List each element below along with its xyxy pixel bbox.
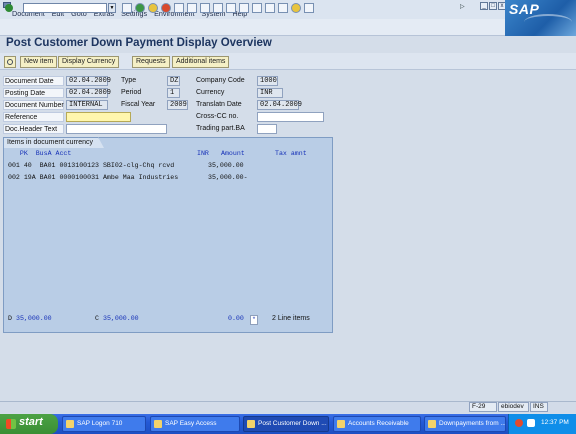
cross-cc-field[interactable] [257, 112, 324, 122]
save-icon[interactable] [122, 3, 132, 13]
back-icon[interactable] [135, 3, 145, 13]
task-sap-easy-access[interactable]: SAP Easy Access [150, 416, 240, 432]
status-transaction: F-29 [469, 402, 497, 412]
folder-icon [337, 420, 345, 428]
window-controls: _ □ x [480, 2, 506, 10]
translation-date-field[interactable]: 02.04.2009 [257, 100, 302, 110]
type-label: Type [121, 77, 137, 84]
period-label: Period [121, 89, 142, 96]
task-label: SAP Easy Access [165, 420, 217, 427]
posting-date-label: Posting Date [3, 88, 64, 98]
items-column-headers: PK BusA Acct [8, 150, 72, 157]
shortcut-icon[interactable] [278, 3, 288, 13]
period-field[interactable]: 1 [167, 88, 180, 98]
command-field[interactable] [23, 3, 107, 13]
status-expand-icon[interactable]: ▷ [460, 3, 465, 10]
currency-field[interactable]: INR [257, 88, 283, 98]
items-column-tax: Tax amnt [275, 150, 307, 157]
trading-part-field[interactable] [257, 124, 277, 134]
trading-part-label: Trading part.BA [196, 125, 245, 132]
magnifier-icon [7, 59, 13, 65]
task-label: Post Customer Down ... [258, 420, 327, 427]
exit-icon[interactable] [148, 3, 158, 13]
reference-field[interactable] [66, 112, 131, 122]
balance-status: * [250, 315, 258, 325]
previous-page-icon[interactable] [226, 3, 236, 13]
table-row[interactable]: 001 40 BA01 0013100123 SBI02-clg-Chq rcv… [8, 162, 174, 170]
new-item-button[interactable]: New item [20, 56, 58, 68]
task-label: SAP Logon 710 [77, 420, 123, 427]
items-column-amount: Amount [221, 150, 245, 157]
requests-button[interactable]: Requests [132, 56, 170, 68]
task-label: Downpayments from ... [439, 420, 506, 427]
sap-logo-text: SAP [509, 1, 540, 17]
start-label: start [19, 416, 43, 428]
tray-icon[interactable] [515, 419, 523, 427]
document-number-field[interactable]: INTERNAL [66, 100, 108, 110]
first-page-icon[interactable] [213, 3, 223, 13]
debit-marker: D [8, 315, 12, 322]
next-page-icon[interactable] [239, 3, 249, 13]
debit-total: 35,000.00 [16, 315, 52, 322]
sap-app-icon [154, 420, 162, 428]
document-date-label: Document Date [3, 76, 64, 86]
task-sap-logon[interactable]: SAP Logon 710 [62, 416, 146, 432]
find-icon[interactable] [187, 3, 197, 13]
layout-icon[interactable] [304, 3, 314, 13]
application-toolbar: New item Display Currency Requests Addit… [0, 53, 576, 70]
doc-header-text-field[interactable] [66, 124, 167, 134]
reference-label: Reference [3, 112, 64, 122]
clock: 12:37 PM [541, 419, 569, 426]
balance: 0.00 [228, 315, 244, 322]
items-column-currency: INR [197, 150, 209, 157]
display-currency-button[interactable]: Display Currency [58, 56, 120, 68]
command-history-arrow-icon[interactable]: ▼ [108, 3, 116, 13]
print-icon[interactable] [174, 3, 184, 13]
enter-check-icon[interactable] [5, 4, 13, 12]
table-row[interactable]: 002 19A BA01 0000100031 Ambe Maa Industr… [8, 174, 178, 182]
document-date-field[interactable]: 02.04.2009 [66, 76, 111, 86]
display-change-button[interactable] [4, 56, 16, 68]
last-page-icon[interactable] [252, 3, 262, 13]
find-next-icon[interactable] [200, 3, 210, 13]
credit-total: 35,000.00 [103, 315, 139, 322]
table-row-amount: 35,000.00 [208, 162, 244, 169]
cross-cc-label: Cross-CC no. [196, 113, 239, 120]
company-code-field[interactable]: 1000 [257, 76, 278, 86]
translation-date-label: Translatn Date [196, 101, 242, 108]
standard-toolbar [0, 19, 505, 36]
network-icon[interactable] [527, 419, 535, 427]
status-mode: INS [530, 402, 548, 412]
sap-app-icon [66, 420, 74, 428]
toolbar-icons [122, 3, 314, 13]
task-post-customer[interactable]: Post Customer Down ... [243, 416, 329, 432]
minimize-button[interactable]: _ [480, 2, 488, 10]
new-session-icon[interactable] [265, 3, 275, 13]
additional-items-button[interactable]: Additional items [172, 56, 230, 68]
document-number-label: Document Number [3, 100, 64, 110]
task-downpayments[interactable]: Downpayments from ... [424, 416, 506, 432]
type-field[interactable]: DZ [167, 76, 180, 86]
task-label: Accounts Receivable [348, 420, 409, 427]
fiscal-year-label: Fiscal Year [121, 101, 156, 108]
company-code-label: Company Code [196, 77, 245, 84]
windows-flag-icon [6, 419, 16, 429]
currency-label: Currency [196, 89, 225, 96]
line-items-count: 2 Line items [272, 315, 310, 322]
posting-date-field[interactable]: 02.04.2009 [66, 88, 111, 98]
sap-app-icon [247, 420, 255, 428]
page-title: Post Customer Down Payment Display Overv… [6, 37, 272, 49]
items-tab[interactable]: Items in document currency [3, 137, 104, 148]
credit-marker: C [95, 315, 99, 322]
status-server: ebiodev [498, 402, 529, 412]
maximize-button[interactable]: □ [489, 2, 497, 10]
help-icon[interactable] [291, 3, 301, 13]
doc-header-text-label: Doc.Header Text [3, 124, 64, 134]
document-icon [428, 420, 436, 428]
table-row-amount: 35,000.00- [208, 174, 248, 181]
fiscal-year-field[interactable]: 2009 [167, 100, 188, 110]
task-accounts-receivable[interactable]: Accounts Receivable [333, 416, 421, 432]
cancel-icon[interactable] [161, 3, 171, 13]
